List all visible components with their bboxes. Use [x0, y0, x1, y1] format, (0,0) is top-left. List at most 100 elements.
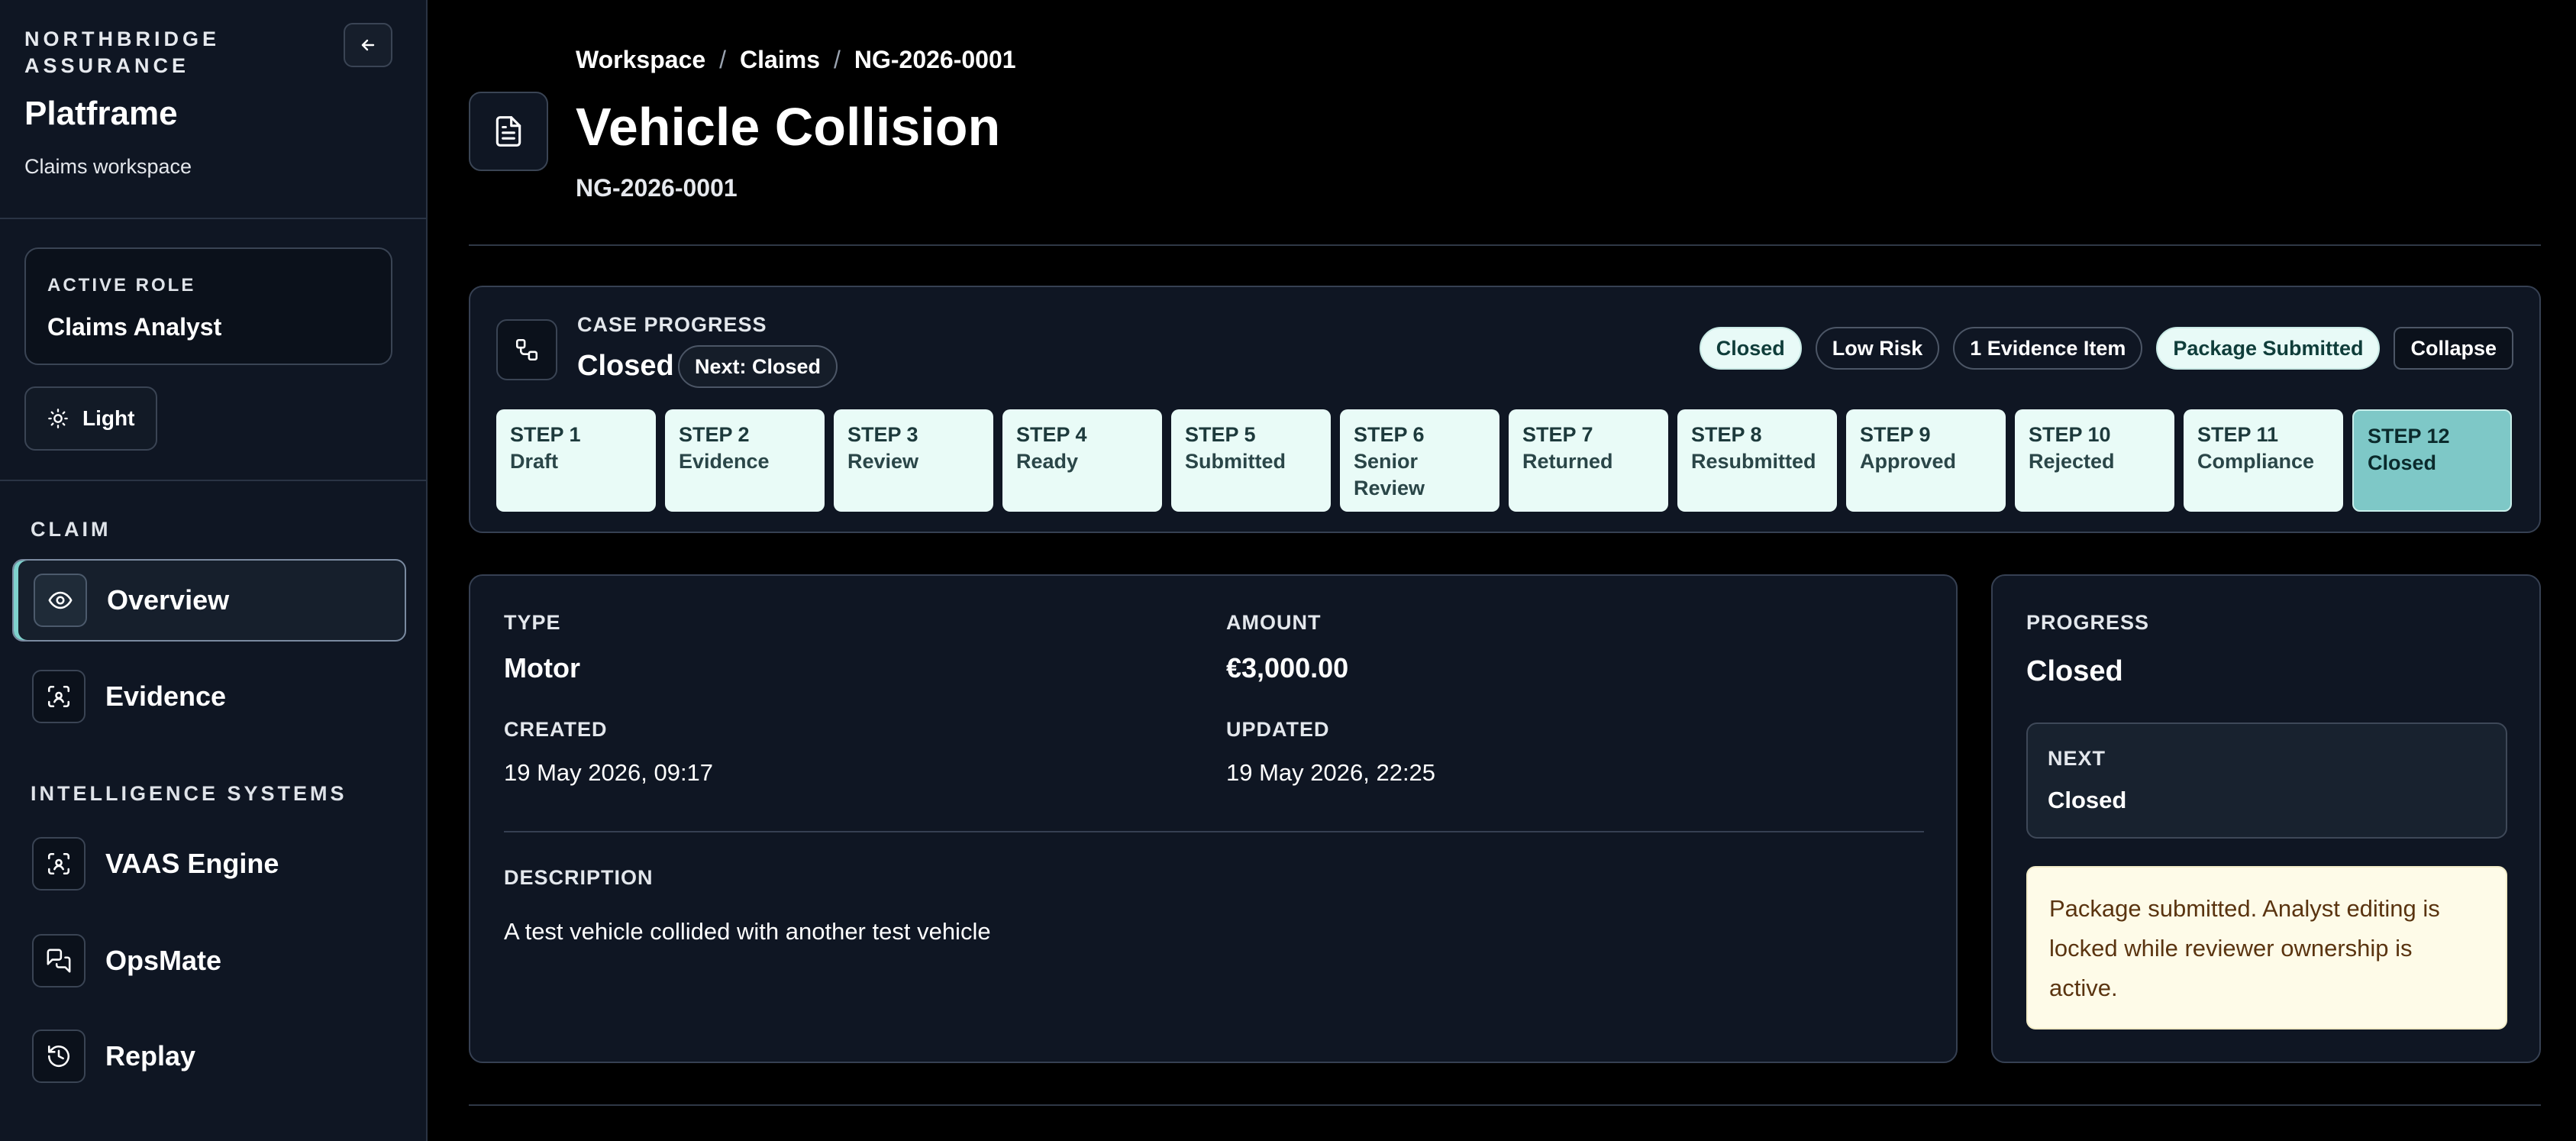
scan-icon: [32, 837, 86, 890]
step-number: STEP 4: [1016, 423, 1087, 446]
created-label: CREATED: [504, 718, 608, 741]
sun-icon: [47, 408, 69, 429]
next-status-badge: Next: Closed: [678, 345, 838, 388]
updated-label: UPDATED: [1226, 718, 1330, 741]
header-divider: [469, 244, 2541, 246]
sidebar-item-label: Evidence: [105, 680, 227, 712]
sidebar-divider: [0, 218, 428, 219]
step-number: STEP 11: [2197, 423, 2279, 446]
case-status: Closed: [577, 350, 674, 382]
risk-badge: Low Risk: [1815, 327, 1940, 370]
case-progress-caption: CASE PROGRESS: [577, 313, 767, 336]
step-name: Ready: [1016, 450, 1079, 473]
app-subtitle: Claims workspace: [24, 155, 192, 178]
arrow-left-icon: [359, 36, 377, 54]
step-tracker: STEP 1 Draft STEP 2 Evidence STEP 3 Review …: [496, 409, 2512, 512]
next-value: Closed: [2048, 787, 2127, 813]
next-label: NEXT: [2048, 747, 2106, 770]
evidence-count-badge: 1 Evidence Item: [1953, 327, 2143, 370]
step-number: STEP 6: [1354, 423, 1425, 446]
breadcrumb: Workspace / Claims / NG-2026-0001: [576, 46, 1016, 74]
step-number: STEP 3: [847, 423, 918, 446]
step-name: Draft: [510, 450, 559, 473]
progress-label: PROGRESS: [2026, 611, 2150, 634]
step-name: Approved: [1860, 450, 1957, 473]
breadcrumb-current: NG-2026-0001: [854, 46, 1016, 73]
step-name: Rejected: [2029, 450, 2115, 473]
step-12-current: STEP 12 Closed: [2352, 409, 2512, 512]
sidebar-item-label: Replay: [105, 1040, 196, 1072]
eye-icon: [34, 574, 87, 627]
step-name: Returned: [1522, 450, 1613, 473]
sidebar-item-vaas-engine[interactable]: VAAS Engine: [12, 823, 406, 905]
status-chips: Closed Low Risk 1 Evidence Item Package …: [1699, 327, 2513, 370]
step-name: Submitted: [1185, 450, 1286, 473]
step-6: STEP 6 Senior Review: [1340, 409, 1499, 512]
created-value: 19 May 2026, 09:17: [504, 759, 714, 786]
app-name: Platframe: [24, 95, 178, 132]
next-step-box: NEXT Closed: [2026, 722, 2507, 839]
step-name: Resubmitted: [1691, 450, 1816, 473]
step-2: STEP 2 Evidence: [665, 409, 825, 512]
role-value: Claims Analyst: [47, 313, 222, 341]
lock-notice: Package submitted. Analyst editing is lo…: [2026, 866, 2507, 1029]
description-label: DESCRIPTION: [504, 866, 654, 889]
step-7: STEP 7 Returned: [1509, 409, 1668, 512]
sidebar-item-evidence[interactable]: Evidence: [12, 655, 406, 738]
status-badge: Closed: [1699, 327, 1802, 370]
workflow-icon: [496, 319, 557, 380]
type-value: Motor: [504, 652, 580, 684]
breadcrumb-workspace[interactable]: Workspace: [576, 46, 705, 74]
sidebar-item-replay[interactable]: Replay: [12, 1015, 406, 1097]
step-4: STEP 4 Ready: [1002, 409, 1162, 512]
step-1: STEP 1 Draft: [496, 409, 656, 512]
step-9: STEP 9 Approved: [1846, 409, 2006, 512]
step-name: Review: [847, 450, 919, 473]
step-3: STEP 3 Review: [834, 409, 993, 512]
step-number: STEP 9: [1860, 423, 1931, 446]
step-number: STEP 10: [2029, 423, 2111, 446]
sidebar-item-label: VAAS Engine: [105, 848, 279, 879]
step-name: Senior Review: [1354, 450, 1425, 499]
step-8: STEP 8 Resubmitted: [1677, 409, 1837, 512]
active-role-card[interactable]: ACTIVE ROLE Claims Analyst: [24, 247, 392, 365]
step-number: STEP 7: [1522, 423, 1593, 446]
step-number: STEP 1: [510, 423, 581, 446]
details-divider: [504, 831, 1924, 832]
breadcrumb-separator: /: [719, 46, 727, 73]
description-value: A test vehicle collided with another tes…: [504, 918, 991, 945]
collapse-button[interactable]: Collapse: [2394, 327, 2513, 370]
sidebar: NORTHBRIDGE ASSURANCE Platframe Claims w…: [0, 0, 428, 1141]
package-badge: Package Submitted: [2156, 327, 2381, 370]
role-caption: ACTIVE ROLE: [47, 275, 196, 296]
progress-value: Closed: [2026, 655, 2123, 687]
chat-icon: [32, 934, 86, 987]
sidebar-item-opsmate[interactable]: OpsMate: [12, 920, 406, 1002]
document-icon: [469, 92, 548, 171]
breadcrumb-claims[interactable]: Claims: [740, 46, 820, 74]
section-label-claim: CLAIM: [31, 518, 111, 541]
step-number: STEP 5: [1185, 423, 1256, 446]
amount-value: €3,000.00: [1226, 652, 1349, 684]
claim-number: NG-2026-0001: [576, 174, 738, 202]
step-name: Closed: [2368, 451, 2437, 474]
case-progress-card: CASE PROGRESS Closed Next: Closed Closed…: [469, 286, 2541, 533]
collapse-sidebar-button[interactable]: [344, 23, 392, 67]
step-number: STEP 2: [679, 423, 750, 446]
theme-toggle-button[interactable]: Light: [24, 386, 157, 451]
step-number: STEP 8: [1691, 423, 1762, 446]
claim-details-card: TYPE Motor AMOUNT €3,000.00 CREATED 19 M…: [469, 574, 1958, 1063]
history-icon: [32, 1029, 86, 1083]
progress-panel: PROGRESS Closed NEXT Closed Package subm…: [1991, 574, 2541, 1063]
step-11: STEP 11 Compliance: [2184, 409, 2343, 512]
amount-label: AMOUNT: [1226, 611, 1322, 634]
scan-icon: [32, 670, 86, 723]
step-10: STEP 10 Rejected: [2015, 409, 2174, 512]
sidebar-item-label: Overview: [107, 584, 230, 616]
step-5: STEP 5 Submitted: [1171, 409, 1331, 512]
step-number: STEP 12: [2368, 425, 2450, 448]
section-label-intelligence: INTELLIGENCE SYSTEMS: [31, 782, 347, 805]
step-name: Compliance: [2197, 450, 2315, 473]
footer-divider: [469, 1104, 2541, 1106]
sidebar-item-overview[interactable]: Overview: [12, 559, 406, 642]
